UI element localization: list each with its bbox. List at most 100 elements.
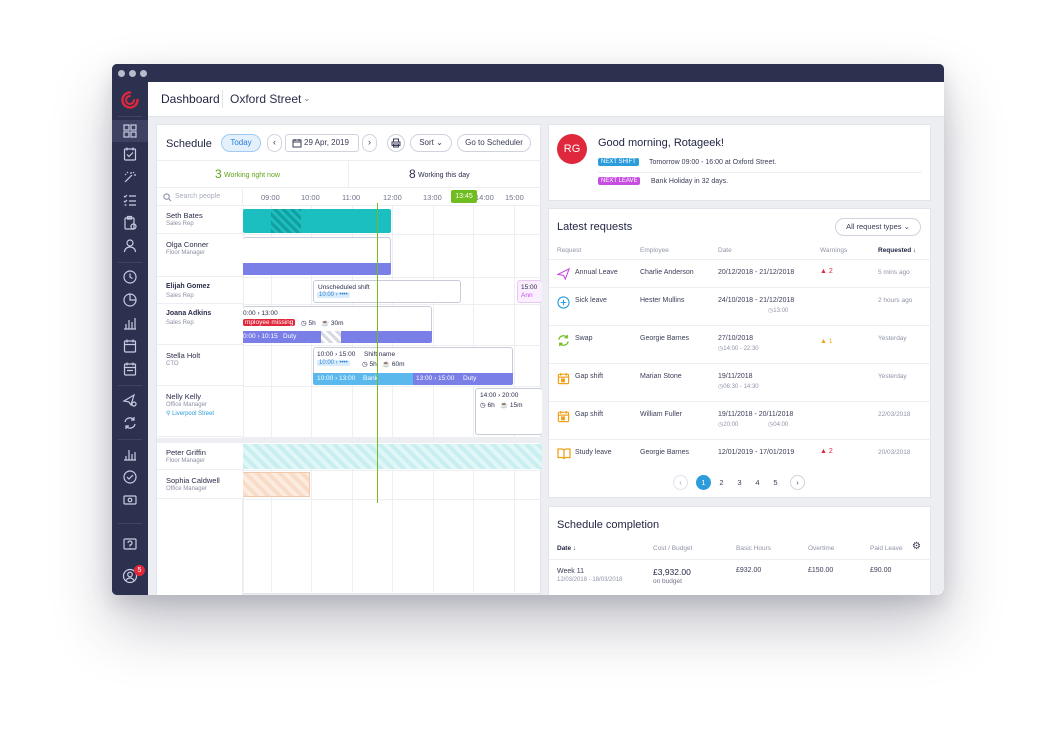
hour-label: 14:00 <box>475 193 494 202</box>
nav-task-list[interactable] <box>112 189 148 211</box>
request-row[interactable]: Annual Leave Charlie Anderson 20/12/2018… <box>549 259 931 287</box>
col-date[interactable]: Date ↓ <box>557 545 576 552</box>
nav-calendar[interactable] <box>112 335 148 357</box>
chevron-down-icon: ⌄ <box>903 222 910 231</box>
person-role: CTO <box>166 361 179 367</box>
request-type-filter[interactable]: All request types ⌄ <box>835 218 921 236</box>
next-page-button[interactable]: › <box>790 475 805 490</box>
nav-checklist[interactable] <box>112 143 148 165</box>
duty-bar[interactable]: 0:00 › 10:15 Duty <box>243 331 432 343</box>
chevron-down-icon[interactable]: ⌄ <box>303 93 311 104</box>
duty-bar[interactable]: 13:00 › 15:00 Duty <box>413 373 513 385</box>
shift-break: ☕ 60m <box>382 361 405 368</box>
request-date: 12/01/2019 - 17/01/2019 <box>718 449 795 456</box>
nav-people[interactable] <box>112 235 148 257</box>
nav-reports[interactable] <box>112 289 148 311</box>
request-sub-time: ◷20:00 <box>718 422 739 428</box>
chevron-right-icon: › <box>368 137 371 147</box>
bar-chart-icon <box>124 318 136 330</box>
working-now-count: 3 <box>215 167 222 181</box>
bank-bar[interactable]: 10:00 › 13:00 Bank <box>313 373 413 385</box>
page-number[interactable]: 3 <box>732 475 747 490</box>
person-row[interactable]: Stella Holt CTO <box>157 346 243 386</box>
sort-down-icon: ↓ <box>913 247 917 254</box>
prev-page-button[interactable]: ‹ <box>673 475 688 490</box>
duty-bar[interactable] <box>243 263 391 275</box>
request-row[interactable]: Study leave Georgie Barnes 12/01/2019 - … <box>549 439 931 467</box>
now-line <box>377 203 378 503</box>
request-row[interactable]: Gap shift Marian Stone 19/11/2018 ◷06:30… <box>549 363 931 401</box>
gap-shift-icon <box>557 372 570 385</box>
request-row[interactable]: Sick leave Hester Mullins 24/10/2018 - 2… <box>549 287 931 325</box>
request-row[interactable]: Gap shift William Fuller 19/11/2018 - 20… <box>549 401 931 439</box>
avatar[interactable]: RG <box>557 134 587 164</box>
person-row[interactable]: Elijah Gomez Sales Rep <box>157 278 243 304</box>
print-button[interactable] <box>387 134 405 152</box>
person-location[interactable]: ⚲ Liverpool Street <box>166 410 214 417</box>
shift-card[interactable]: 14:00 › 20:00 ◷ 6h ☕ 15m <box>475 388 542 435</box>
window-dot-maximize[interactable] <box>140 70 147 77</box>
page-number[interactable]: 5 <box>768 475 783 490</box>
next-day-button[interactable]: › <box>362 134 377 152</box>
page-number[interactable]: 2 <box>714 475 729 490</box>
plane-icon <box>557 267 570 280</box>
nav-sync-settings[interactable] <box>112 412 148 434</box>
working-day-label: Working this day <box>418 172 470 179</box>
person-row[interactable]: Peter Griffin Floor Manager <box>157 443 243 470</box>
prev-day-button[interactable]: ‹ <box>267 134 282 152</box>
window-dot-close[interactable] <box>118 70 125 77</box>
overflow-shift-card[interactable]: 15:00 Ann <box>517 280 542 303</box>
person-row[interactable]: Olga Conner Floor Manager <box>157 235 243 277</box>
nav-calendar-alt[interactable] <box>112 358 148 380</box>
page-number[interactable]: 1 <box>696 475 711 490</box>
bank-label: Bank <box>363 375 378 382</box>
request-time: 20/03/2018 <box>878 449 911 456</box>
window-dot-minimize[interactable] <box>129 70 136 77</box>
nav-payroll[interactable] <box>112 489 148 511</box>
leave-block[interactable] <box>243 444 542 469</box>
chevron-left-icon: ‹ <box>273 137 276 147</box>
person-row[interactable]: Sophia Caldwell Office Manager <box>157 471 243 499</box>
week-range: 12/03/2018 - 18/03/2018 <box>557 577 623 583</box>
shift-bar[interactable] <box>243 209 391 233</box>
nav-approvals[interactable] <box>112 466 148 488</box>
duty-label: Duty <box>283 333 297 340</box>
person-row[interactable]: Joana Adkins Sales Rep <box>157 305 243 345</box>
col-requested[interactable]: Requested ↓ <box>878 247 916 254</box>
book-icon <box>557 448 571 460</box>
warning-indicator: ▲ 2 <box>820 268 833 275</box>
rotageek-logo-icon[interactable] <box>121 91 139 109</box>
shift-sub-time: 10:00 › •••• <box>317 360 350 366</box>
nav-profile[interactable]: 5 <box>112 565 148 587</box>
nav-dashboard[interactable] <box>112 120 148 142</box>
sort-button[interactable]: Sort ⌄ <box>410 134 452 152</box>
nav-magic[interactable] <box>112 166 148 188</box>
nav-clock[interactable] <box>112 266 148 288</box>
person-row[interactable]: Nelly Kelly Office Manager ⚲ Liverpool S… <box>157 387 243 437</box>
nav-leave-settings[interactable] <box>112 389 148 411</box>
date-picker[interactable]: 29 Apr, 2019 <box>285 134 359 152</box>
goto-scheduler-button[interactable]: Go to Scheduler <box>457 134 531 152</box>
location-selector[interactable]: Oxford Street <box>230 92 301 106</box>
today-button[interactable]: Today <box>221 134 261 152</box>
page-number[interactable]: 4 <box>750 475 765 490</box>
col-paid-leave: Paid Leave <box>870 545 903 552</box>
request-employee: Marian Stone <box>640 373 682 380</box>
leave-block[interactable] <box>243 472 310 497</box>
nav-stats[interactable] <box>112 443 148 465</box>
unscheduled-shift-card[interactable]: Unscheduled shift 10:00 › •••• <box>313 280 461 303</box>
request-row[interactable]: Swap Georgie Barnes 27/10/2018 ◷14:00 - … <box>549 325 931 363</box>
person-role: Floor Manager <box>166 458 206 464</box>
next-leave-text: Bank Holiday in 32 days. <box>651 178 729 185</box>
nav-analytics[interactable] <box>112 312 148 334</box>
search-people-field[interactable]: Search people <box>157 189 243 206</box>
break-block <box>321 331 341 343</box>
cost-value: £3,932.00 <box>653 567 691 577</box>
request-time: 22/03/2018 <box>878 411 911 418</box>
next-shift-tag: NEXT SHIFT <box>598 158 639 166</box>
check-circle-icon <box>123 470 137 484</box>
nav-clipboard[interactable] <box>112 212 148 234</box>
person-row[interactable]: Seth Bates Sales Rep <box>157 206 243 234</box>
gear-icon[interactable]: ⚙ <box>912 541 921 552</box>
nav-help[interactable] <box>112 534 148 556</box>
